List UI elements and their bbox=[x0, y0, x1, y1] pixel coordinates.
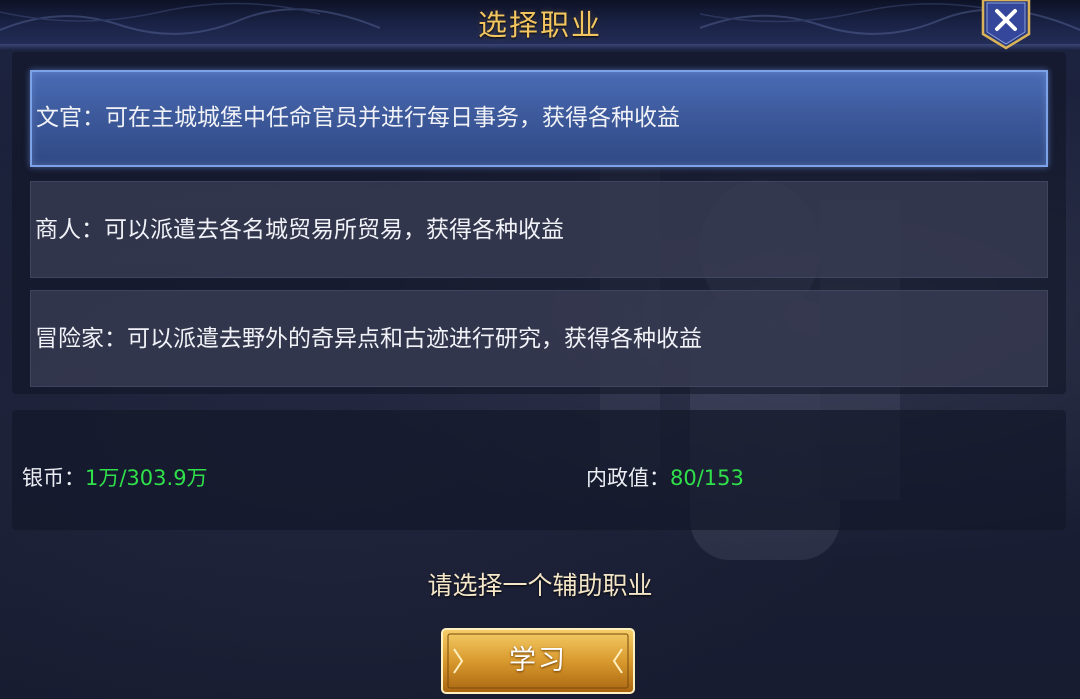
silver-value: 1万/303.9万 bbox=[85, 466, 208, 490]
header-rim bbox=[0, 44, 1080, 50]
learn-button[interactable] bbox=[440, 627, 636, 695]
politics-stat: 内政值：80/153 bbox=[586, 462, 744, 492]
politics-value: 80/153 bbox=[670, 466, 744, 490]
learn-button-frame bbox=[441, 628, 635, 694]
career-option-civil-official[interactable]: 文官：可在主城城堡中任命官员并进行每日事务，获得各种收益 bbox=[30, 70, 1048, 167]
dialog-title: 选择职业 bbox=[477, 8, 602, 42]
silver-label: 银币： bbox=[22, 466, 85, 490]
career-option-merchant[interactable]: 商人：可以派遣去各名城贸易所贸易，获得各种收益 bbox=[30, 181, 1048, 278]
close-icon bbox=[981, 0, 1031, 50]
selection-prompt: 请选择一个辅助职业 bbox=[427, 571, 653, 600]
career-option-adventurer[interactable]: 冒险家：可以派遣去野外的奇异点和古迹进行研究，获得各种收益 bbox=[30, 290, 1048, 387]
silver-stat: 银币：1万/303.9万 bbox=[22, 462, 208, 492]
close-button[interactable] bbox=[980, 0, 1032, 50]
politics-label: 内政值： bbox=[586, 466, 670, 490]
